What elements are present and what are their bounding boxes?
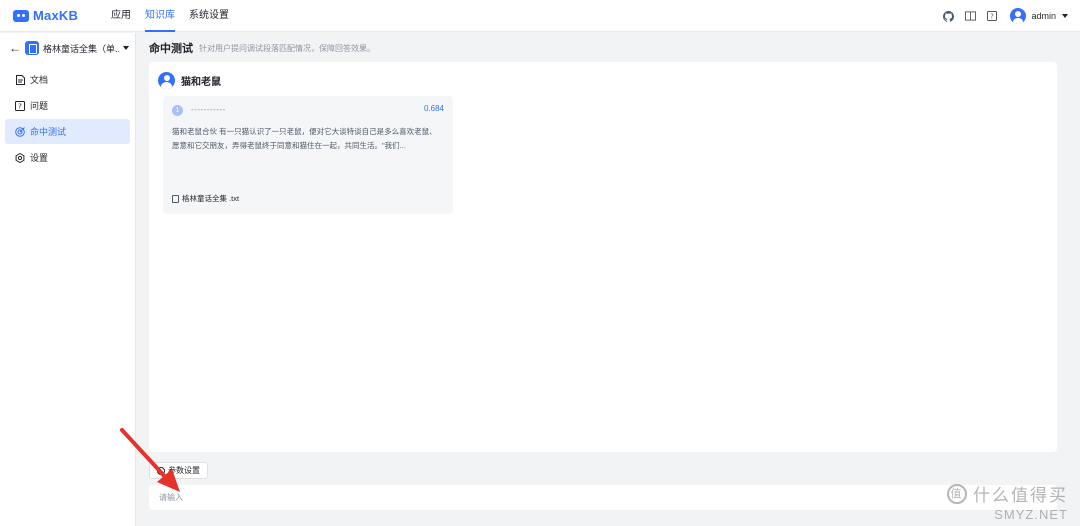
top-bar: MaxKB 应用 知识库 系统设置 ? admin (0, 0, 1080, 32)
target-icon (15, 126, 25, 137)
result-card[interactable]: 1 ----------- 0.684 猫和老鼠合伙 有一只猫认识了一只老鼠，便… (163, 96, 453, 214)
nav-item-apps[interactable]: 应用 (111, 0, 131, 32)
svg-text:?: ? (991, 13, 995, 21)
page-header: 命中测试 针对用户提问调试段落匹配情况，保障回答效果。 (149, 40, 375, 56)
user-name[interactable]: admin (1031, 11, 1056, 21)
back-arrow-icon[interactable]: ← (9, 41, 23, 55)
result-index: 1 (172, 105, 183, 116)
gear-icon (15, 152, 25, 163)
kb-name: 格林童话全集（单... (43, 43, 119, 54)
document-icon (15, 74, 25, 85)
top-right-actions: ? admin (932, 0, 1068, 32)
chevron-down-icon[interactable] (123, 46, 129, 50)
sidebar-item-settings[interactable]: 设置 (5, 145, 130, 170)
result-content: 猫和老鼠合伙 有一只猫认识了一只老鼠，便对它大谈特谈自己是多么喜欢老鼠、愿意和它… (172, 127, 437, 150)
nav-item-system-settings[interactable]: 系统设置 (189, 0, 229, 32)
user-avatar[interactable] (1010, 8, 1027, 24)
watermark: 值 什么值得买 SMYZ.NET (947, 481, 1068, 522)
sidebar-item-label: 命中测试 (30, 127, 67, 137)
result-source-file: 格林童话全集 .txt (172, 193, 239, 204)
chevron-down-icon[interactable] (1062, 14, 1068, 18)
github-icon[interactable] (942, 10, 954, 22)
query-text: 猫和老鼠 (181, 77, 221, 88)
book-icon[interactable] (964, 10, 976, 22)
sidebar-item-questions[interactable]: ? 问题 (5, 93, 130, 118)
sidebar-item-documents[interactable]: 文档 (5, 67, 130, 92)
file-icon (172, 194, 179, 203)
watermark-site: SMYZ.NET (994, 507, 1068, 522)
question-icon: ? (15, 100, 25, 111)
query-input[interactable] (149, 485, 1057, 510)
watermark-brand: 值 什么值得买 (947, 481, 1068, 506)
sidebar-item-label: 文档 (30, 75, 49, 85)
page-description: 针对用户提问调试段落匹配情况，保障回答效果。 (199, 43, 375, 53)
sidebar-item-label: 设置 (30, 153, 49, 163)
robot-icon (13, 9, 29, 22)
query-row: 猫和老鼠 (158, 72, 221, 89)
hit-test-panel: 猫和老鼠 1 ----------- 0.684 猫和老鼠合伙 有一只猫认识了一… (149, 62, 1057, 452)
main-nav: 应用 知识库 系统设置 (111, 0, 243, 32)
user-avatar (158, 72, 175, 89)
result-score: 0.684 (423, 104, 444, 113)
sidebar-item-hit-test[interactable]: 命中测试 (5, 119, 130, 144)
result-file-name: 格林童话全集 .txt (182, 194, 240, 203)
app-logo-text: MaxKB (33, 8, 79, 23)
nav-item-knowledge-base[interactable]: 知识库 (145, 0, 175, 32)
help-icon[interactable]: ? (986, 10, 998, 22)
knowledge-base-icon (25, 41, 39, 55)
watermark-brand-text: 什么值得买 (973, 486, 1068, 505)
sidebar-item-label: 问题 (30, 101, 49, 111)
page-title: 命中测试 (149, 43, 193, 55)
kb-selector[interactable]: ← 格林童话全集（单... (0, 33, 135, 63)
annotation-arrow-icon (120, 428, 180, 492)
svg-text:?: ? (18, 102, 22, 110)
app-logo[interactable]: MaxKB (13, 8, 111, 23)
result-title: ----------- (191, 105, 226, 114)
query-input-box[interactable] (149, 485, 1057, 510)
sidebar-menu: 文档 ? 问题 命中测试 设置 (0, 63, 135, 175)
watermark-badge: 值 (947, 483, 967, 504)
